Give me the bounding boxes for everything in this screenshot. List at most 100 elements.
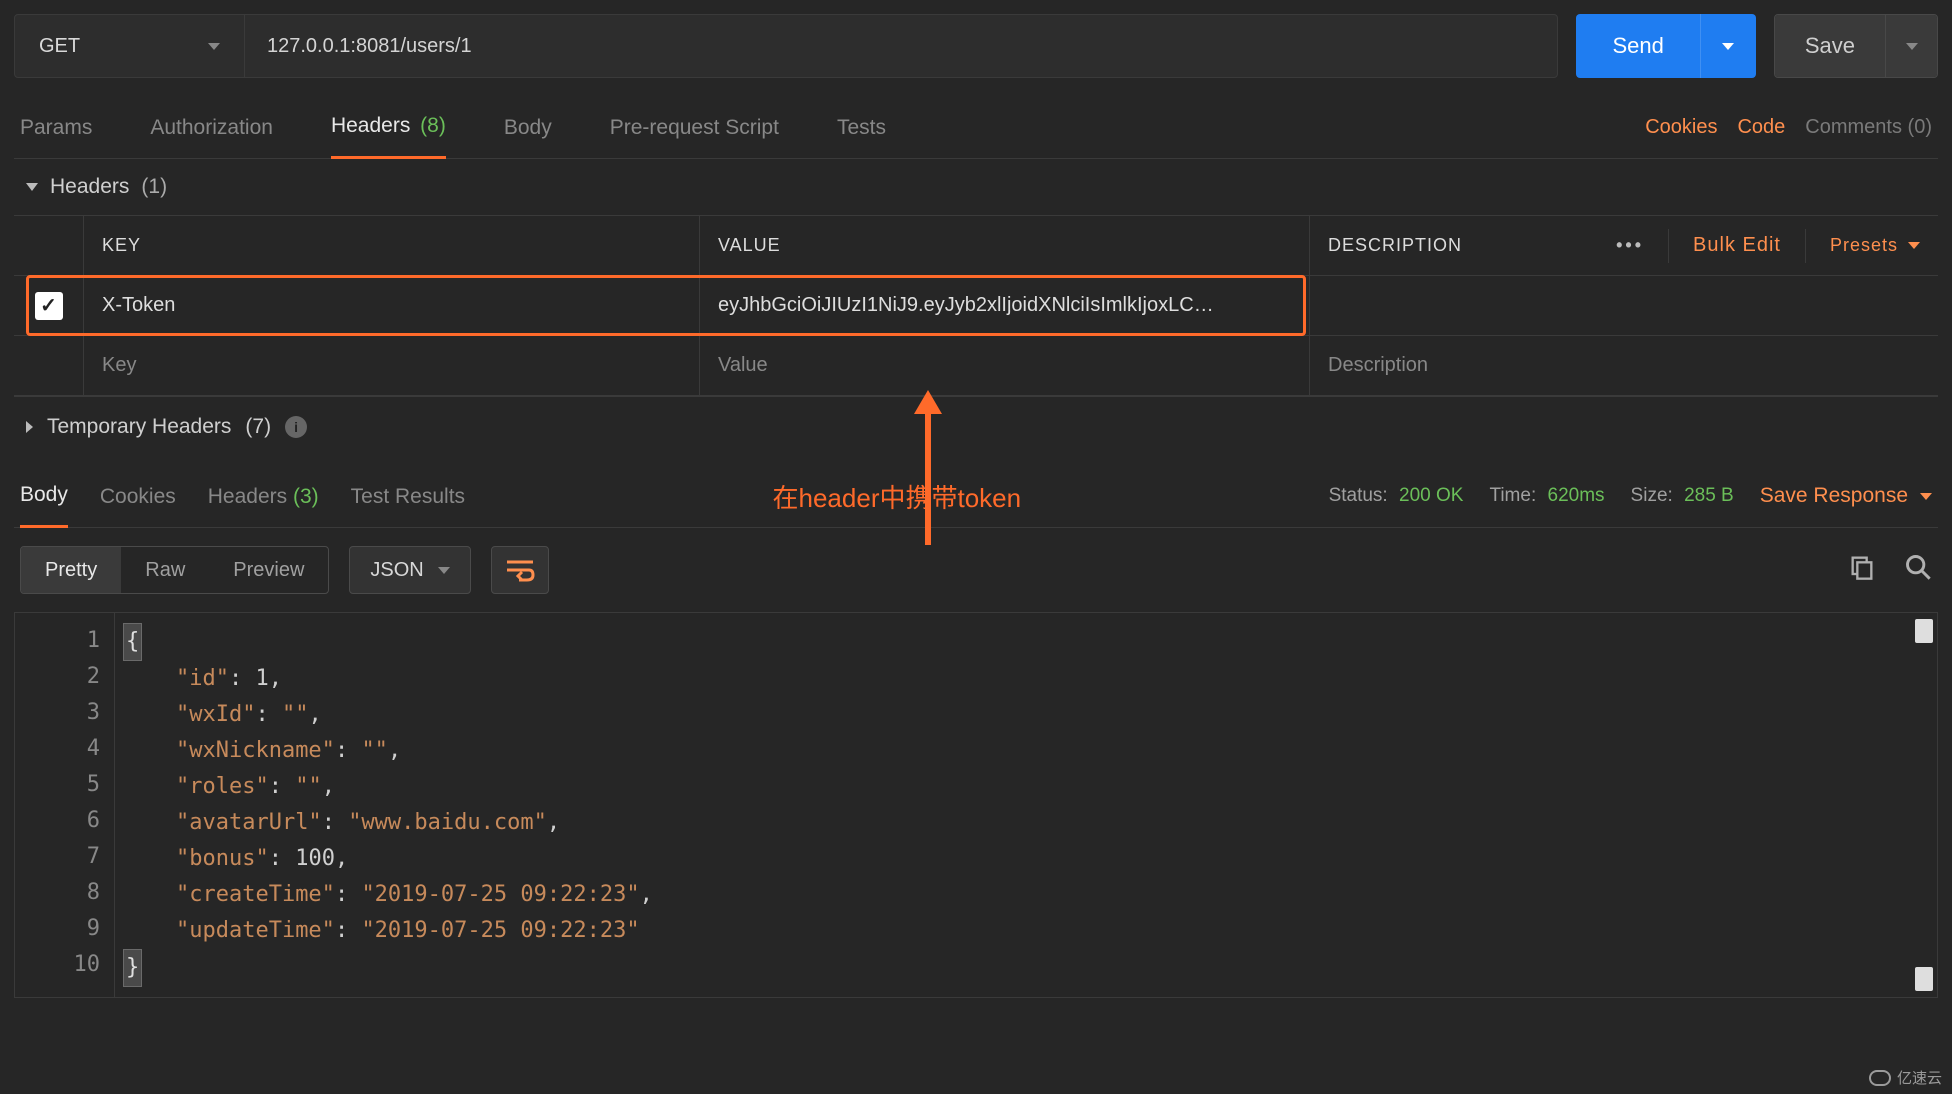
- tab-params[interactable]: Params: [20, 98, 92, 158]
- response-tab-testresults[interactable]: Test Results: [351, 467, 465, 527]
- line-gutter: 1 2 3 4 5 6 7 8 9 10: [15, 613, 115, 997]
- watermark: 亿速云: [1869, 1067, 1942, 1088]
- view-mode-raw[interactable]: Raw: [121, 547, 209, 593]
- view-mode-preview[interactable]: Preview: [209, 547, 328, 593]
- chevron-down-icon: [1908, 242, 1920, 249]
- line-number: 1: [15, 623, 100, 659]
- request-tabs: Params Authorization Headers (8) Body Pr…: [14, 96, 1938, 159]
- tab-body[interactable]: Body: [504, 98, 552, 158]
- response-status: Status: 200 OK: [1329, 485, 1464, 507]
- line-number: 9: [15, 911, 100, 947]
- temporary-headers-title: Temporary Headers: [47, 415, 231, 439]
- view-mode-segment: Pretty Raw Preview: [20, 546, 329, 594]
- save-button[interactable]: Save: [1775, 15, 1885, 77]
- divider: [1805, 229, 1806, 263]
- headers-section-count: (1): [141, 175, 167, 199]
- view-mode-pretty[interactable]: Pretty: [21, 547, 121, 593]
- header-col-key: KEY: [84, 216, 700, 275]
- response-body-viewer[interactable]: 1 2 3 4 5 6 7 8 9 10 { "id": 1, "wxId": …: [14, 612, 1938, 998]
- search-button[interactable]: [1904, 553, 1932, 587]
- size-label: Size:: [1631, 485, 1673, 506]
- code-link[interactable]: Code: [1737, 116, 1785, 139]
- headers-section-toggle[interactable]: Headers (1): [14, 159, 1938, 215]
- chevron-down-icon: [1920, 493, 1932, 500]
- annotation-text: 在header中携带token: [773, 478, 1022, 515]
- line-number: 10: [15, 947, 100, 983]
- chevron-down-icon: [208, 43, 220, 50]
- http-method-dropdown[interactable]: GET: [15, 15, 245, 77]
- line-number: 3: [15, 695, 100, 731]
- search-icon: [1904, 553, 1932, 581]
- response-bar: Body Cookies Headers (3) Test Results 在h…: [14, 465, 1938, 528]
- header-key-cell[interactable]: X-Token: [84, 276, 700, 335]
- cookies-link[interactable]: Cookies: [1645, 116, 1717, 139]
- temporary-headers-count: (7): [245, 415, 271, 439]
- cloud-icon: [1869, 1070, 1891, 1086]
- tab-prerequest[interactable]: Pre-request Script: [610, 98, 779, 158]
- response-tab-cookies[interactable]: Cookies: [100, 467, 176, 527]
- response-time: Time: 620ms: [1489, 485, 1604, 507]
- time-label: Time:: [1489, 485, 1536, 506]
- header-key-input[interactable]: Key: [84, 336, 700, 395]
- header-row-new[interactable]: Key Value Description: [14, 336, 1938, 396]
- response-tab-headers-label: Headers: [208, 485, 287, 508]
- code-body[interactable]: { "id": 1, "wxId": "", "wxNickname": "",…: [115, 613, 1937, 997]
- header-description-input[interactable]: Description: [1310, 336, 1938, 395]
- status-value: 200 OK: [1399, 485, 1463, 506]
- headers-table-head: KEY VALUE DESCRIPTION ••• Bulk Edit Pres…: [14, 216, 1938, 276]
- format-label: JSON: [370, 559, 423, 582]
- bulk-edit-link[interactable]: Bulk Edit: [1693, 234, 1781, 257]
- header-col-value: VALUE: [700, 216, 1310, 275]
- save-response-dropdown[interactable]: Save Response: [1760, 484, 1932, 508]
- chevron-right-icon: [26, 421, 33, 433]
- tab-headers-label: Headers: [331, 114, 410, 137]
- copy-button[interactable]: [1848, 553, 1876, 587]
- watermark-text: 亿速云: [1897, 1067, 1942, 1088]
- send-dropdown-button[interactable]: [1700, 14, 1756, 78]
- line-number: 4: [15, 731, 100, 767]
- info-icon[interactable]: i: [285, 416, 307, 438]
- status-label: Status:: [1329, 485, 1388, 506]
- line-number: 6: [15, 803, 100, 839]
- header-value-input[interactable]: Value: [700, 336, 1310, 395]
- wrap-lines-button[interactable]: [491, 546, 549, 594]
- send-button[interactable]: Send: [1576, 14, 1699, 78]
- divider: [1668, 229, 1669, 263]
- save-dropdown-button[interactable]: [1885, 15, 1937, 77]
- header-value-cell[interactable]: eyJhbGciOiJIUzI1NiJ9.eyJyb2xlIjoidXNlciI…: [718, 294, 1214, 317]
- chevron-down-icon: [26, 183, 38, 191]
- chevron-down-icon: [1722, 43, 1734, 50]
- format-dropdown[interactable]: JSON: [349, 546, 470, 594]
- response-tab-body[interactable]: Body: [20, 465, 68, 528]
- scrollbar-thumb[interactable]: [1915, 619, 1933, 643]
- temporary-headers-toggle[interactable]: Temporary Headers (7) i: [14, 397, 1938, 457]
- wrap-icon: [505, 558, 535, 582]
- chevron-down-icon: [438, 567, 450, 574]
- send-button-group: Send: [1576, 14, 1755, 78]
- tab-headers-count: (8): [420, 114, 446, 137]
- header-col-description: DESCRIPTION: [1328, 235, 1462, 256]
- header-description-cell[interactable]: [1310, 276, 1938, 335]
- scrollbar-thumb[interactable]: [1915, 967, 1933, 991]
- response-viewer-toolbar: Pretty Raw Preview JSON: [14, 528, 1938, 612]
- more-options-icon[interactable]: •••: [1616, 235, 1644, 256]
- request-bar: GET 127.0.0.1:8081/users/1 Send Save: [14, 14, 1938, 78]
- header-row-xtoken[interactable]: X-Token eyJhbGciOiJIUzI1NiJ9.eyJyb2xlIjo…: [14, 276, 1938, 336]
- tab-tests[interactable]: Tests: [837, 98, 886, 158]
- header-checkbox-col: [14, 216, 84, 275]
- presets-dropdown[interactable]: Presets: [1830, 235, 1920, 256]
- size-value: 285 B: [1684, 485, 1734, 506]
- line-number: 8: [15, 875, 100, 911]
- save-response-label: Save Response: [1760, 484, 1908, 508]
- header-row-checkbox[interactable]: [35, 292, 63, 320]
- tab-headers[interactable]: Headers (8): [331, 96, 446, 159]
- line-number: 2: [15, 659, 100, 695]
- headers-section-title: Headers: [50, 175, 129, 199]
- response-tab-headers[interactable]: Headers (3): [208, 467, 319, 527]
- tab-authorization[interactable]: Authorization: [150, 98, 273, 158]
- comments-link[interactable]: Comments (0): [1805, 116, 1932, 139]
- presets-label: Presets: [1830, 235, 1898, 256]
- url-input[interactable]: 127.0.0.1:8081/users/1: [245, 15, 1557, 77]
- line-number: 7: [15, 839, 100, 875]
- response-size: Size: 285 B: [1631, 485, 1734, 507]
